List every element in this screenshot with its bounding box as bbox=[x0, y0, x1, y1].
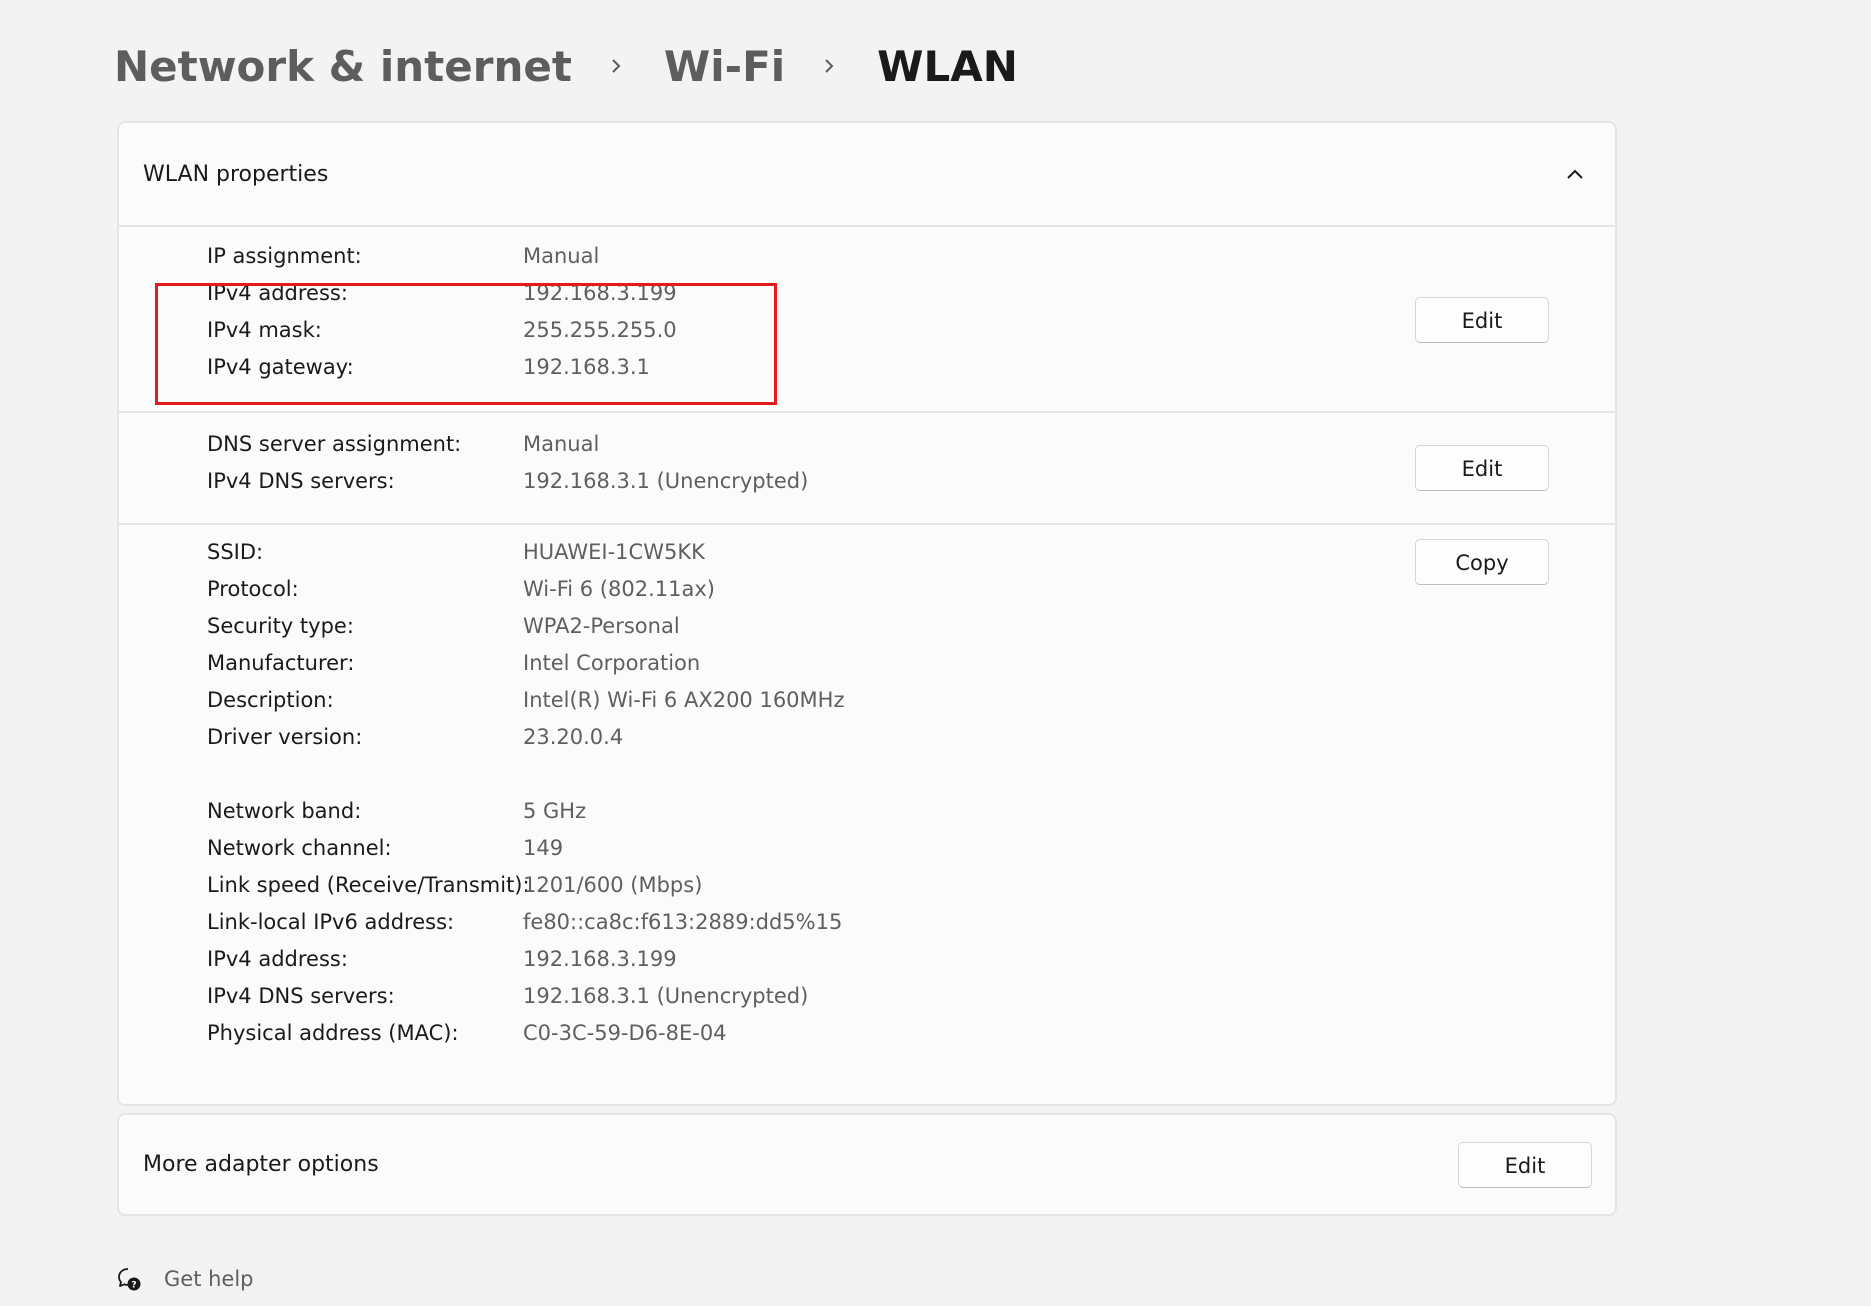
help-chat-icon: ? bbox=[116, 1266, 142, 1292]
row-label: Network band: bbox=[207, 799, 362, 823]
row-label: SSID: bbox=[207, 540, 264, 564]
row-label: Link-local IPv6 address: bbox=[207, 910, 455, 934]
row-label: IPv4 address: bbox=[207, 947, 348, 971]
wlan-properties-header[interactable]: WLAN properties bbox=[119, 123, 1615, 227]
row-value: 192.168.3.1 (Unencrypted) bbox=[523, 984, 809, 1008]
row-value: 192.168.3.1 bbox=[523, 355, 650, 379]
row-value: C0-3C-59-D6-8E-04 bbox=[523, 1021, 727, 1045]
row-label: IPv4 gateway: bbox=[207, 355, 354, 379]
wlan-properties-card: WLAN properties IP assignment: Manual IP… bbox=[117, 121, 1617, 1106]
ip-settings-section: IP assignment: Manual IPv4 address: 192.… bbox=[119, 227, 1615, 413]
more-adapter-options-label: More adapter options bbox=[143, 1152, 379, 1177]
chevron-right-icon bbox=[821, 58, 837, 74]
row-label: IPv4 mask: bbox=[207, 318, 322, 342]
row-value: WPA2-Personal bbox=[523, 614, 680, 638]
row-label: Link speed (Receive/Transmit): bbox=[207, 873, 530, 897]
breadcrumb-item-wifi[interactable]: Wi-Fi bbox=[664, 42, 785, 91]
dns-settings-section: DNS server assignment: Manual IPv4 DNS s… bbox=[119, 413, 1615, 525]
row-label: Physical address (MAC): bbox=[207, 1021, 459, 1045]
row-label: Description: bbox=[207, 688, 334, 712]
row-value: 23.20.0.4 bbox=[523, 725, 624, 749]
row-value: 1201/600 (Mbps) bbox=[523, 873, 703, 897]
more-adapter-options-card: More adapter options Edit bbox=[117, 1113, 1617, 1216]
row-value: HUAWEI-1CW5KK bbox=[523, 540, 705, 564]
page-title: WLAN bbox=[877, 41, 1018, 91]
svg-text:?: ? bbox=[131, 1281, 136, 1291]
chevron-right-icon bbox=[608, 58, 624, 74]
row-value: 255.255.255.0 bbox=[523, 318, 677, 342]
copy-button[interactable]: Copy bbox=[1415, 539, 1549, 585]
row-label: Security type: bbox=[207, 614, 354, 638]
breadcrumb-item-network-internet[interactable]: Network & internet bbox=[114, 42, 572, 91]
edit-dns-button[interactable]: Edit bbox=[1415, 445, 1549, 491]
row-value: 192.168.3.199 bbox=[523, 947, 677, 971]
row-label: IPv4 DNS servers: bbox=[207, 984, 395, 1008]
row-value: 192.168.3.1 (Unencrypted) bbox=[523, 469, 809, 493]
get-help-link[interactable]: ? Get help bbox=[116, 1264, 254, 1294]
adapter-info-section: Copy SSID: HUAWEI-1CW5KK Protocol: Wi-Fi… bbox=[119, 525, 1615, 1105]
row-label: DNS server assignment: bbox=[207, 432, 462, 456]
row-label: Manufacturer: bbox=[207, 651, 355, 675]
row-label: IP assignment: bbox=[207, 244, 362, 268]
row-value: 192.168.3.199 bbox=[523, 281, 677, 305]
row-label: IPv4 DNS servers: bbox=[207, 469, 395, 493]
row-value: Intel Corporation bbox=[523, 651, 701, 675]
breadcrumb: Network & internet Wi-Fi WLAN bbox=[114, 38, 1018, 94]
row-label: IPv4 address: bbox=[207, 281, 348, 305]
chevron-up-icon[interactable] bbox=[1565, 165, 1585, 183]
row-value: Wi-Fi 6 (802.11ax) bbox=[523, 577, 715, 601]
row-value: Manual bbox=[523, 244, 600, 268]
row-value: 149 bbox=[523, 836, 564, 860]
get-help-label: Get help bbox=[164, 1267, 254, 1291]
row-value: 5 GHz bbox=[523, 799, 587, 823]
row-label: Protocol: bbox=[207, 577, 299, 601]
row-label: Network channel: bbox=[207, 836, 392, 860]
edit-ip-button[interactable]: Edit bbox=[1415, 297, 1549, 343]
row-label: Driver version: bbox=[207, 725, 363, 749]
row-value: Manual bbox=[523, 432, 600, 456]
row-value: fe80::ca8c:f613:2889:dd5%15 bbox=[523, 910, 843, 934]
edit-adapter-button[interactable]: Edit bbox=[1458, 1142, 1592, 1188]
wlan-properties-title: WLAN properties bbox=[143, 162, 329, 187]
row-value: Intel(R) Wi-Fi 6 AX200 160MHz bbox=[523, 688, 845, 712]
